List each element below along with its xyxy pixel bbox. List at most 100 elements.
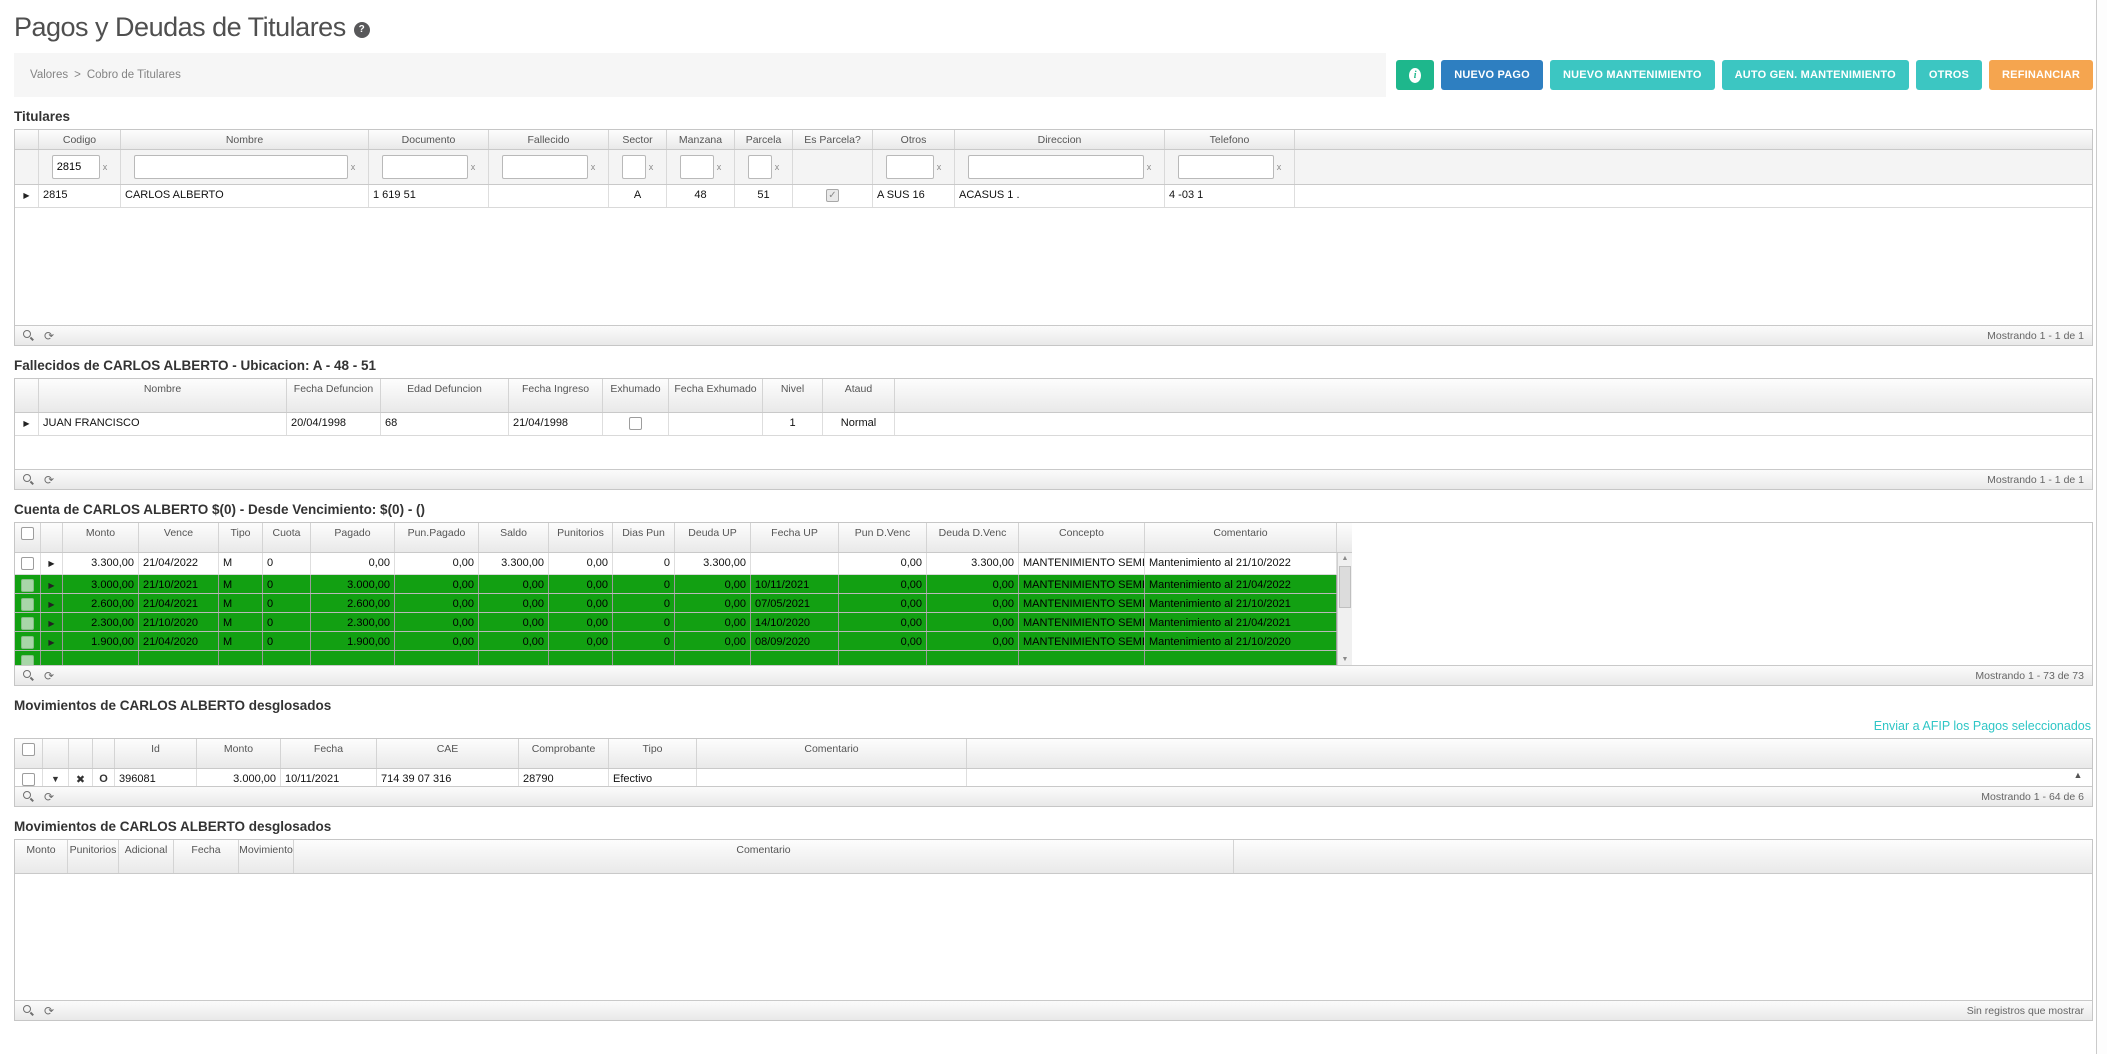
column-header-monto[interactable]: Monto: [197, 739, 281, 768]
column-header-blank[interactable]: [41, 523, 63, 552]
table-row[interactable]: ▶ 1.900,00 21/04/2020 M 0 1.900,00 0,00 0,00 0,0…: [15, 632, 1337, 651]
cuenta-vertical-scrollbar[interactable]: ▲ ▼: [1337, 553, 1352, 665]
column-header-blank[interactable]: [15, 739, 43, 768]
clear-filter-icon[interactable]: x: [103, 162, 108, 172]
column-header-exhumado[interactable]: Exhumado: [603, 379, 669, 412]
column-header-tipo[interactable]: Tipo: [609, 739, 697, 768]
table-row[interactable]: [15, 651, 1337, 665]
browser-scrollbar[interactable]: [2096, 0, 2107, 1054]
column-header-fecha-defuncion[interactable]: Fecha Defuncion: [287, 379, 381, 412]
refresh-icon[interactable]: ⟳: [44, 791, 54, 803]
column-header-telefono[interactable]: Telefono: [1165, 130, 1295, 149]
refresh-icon[interactable]: ⟳: [44, 474, 54, 486]
table-row[interactable]: ▶ 2.300,00 21/10/2020 M 0 2.300,00 0,00 0,00 0,0…: [15, 613, 1337, 632]
delete-icon[interactable]: ✖: [69, 769, 93, 786]
column-header-edad-defuncion[interactable]: Edad Defuncion: [381, 379, 509, 412]
row-select-checkbox[interactable]: [21, 598, 34, 611]
expand-row-icon[interactable]: ▶: [41, 613, 63, 631]
clear-filter-icon[interactable]: x: [351, 162, 356, 172]
column-header-cae[interactable]: CAE: [377, 739, 519, 768]
column-header-nombre[interactable]: Nombre: [39, 379, 287, 412]
filter-input-parcela[interactable]: [747, 155, 772, 179]
row-select-checkbox[interactable]: [21, 579, 34, 592]
row-select-checkbox[interactable]: [21, 557, 34, 570]
search-icon[interactable]: [23, 791, 34, 802]
help-icon[interactable]: ?: [353, 21, 370, 38]
column-header-cuota[interactable]: Cuota: [263, 523, 311, 552]
column-header-fecha-exhumado[interactable]: Fecha Exhumado: [669, 379, 763, 412]
column-header-id[interactable]: Id: [115, 739, 197, 768]
clear-filter-icon[interactable]: x: [717, 162, 722, 172]
column-header-dias-pun[interactable]: Dias Pun: [613, 523, 675, 552]
column-header-blank[interactable]: [43, 739, 69, 768]
column-header-comentario[interactable]: Comentario: [294, 840, 1234, 873]
column-header-deuda-up[interactable]: Deuda UP: [675, 523, 751, 552]
column-header-comentario[interactable]: Comentario: [1145, 523, 1337, 552]
clear-filter-icon[interactable]: x: [775, 162, 780, 172]
expand-row-icon[interactable]: [41, 651, 63, 665]
row-select-checkbox[interactable]: [21, 636, 34, 649]
collapse-row-icon[interactable]: ▼: [43, 769, 69, 786]
column-header-comprobante[interactable]: Comprobante: [519, 739, 609, 768]
row-select-checkbox[interactable]: [22, 773, 35, 786]
column-header-tipo[interactable]: Tipo: [219, 523, 263, 552]
expand-row-icon[interactable]: ▶: [41, 632, 63, 650]
column-header-otros[interactable]: Otros: [873, 130, 955, 149]
search-icon[interactable]: [23, 330, 34, 341]
otros-button[interactable]: OTROS: [1915, 60, 1983, 90]
column-header-vence[interactable]: Vence: [139, 523, 219, 552]
nuevo-mantenimiento-button[interactable]: NUEVO MANTENIMIENTO: [1549, 60, 1715, 90]
column-header-pagado[interactable]: Pagado: [311, 523, 395, 552]
clear-filter-icon[interactable]: x: [1147, 162, 1152, 172]
expand-row-icon[interactable]: ▶: [41, 553, 63, 574]
refresh-icon[interactable]: ⟳: [44, 330, 54, 342]
column-header-blank[interactable]: [15, 379, 39, 412]
column-header-codigo[interactable]: Codigo: [39, 130, 121, 149]
column-header-fecha-ingreso[interactable]: Fecha Ingreso: [509, 379, 603, 412]
column-header-adicional[interactable]: Adicional: [119, 840, 174, 873]
column-header-manzana[interactable]: Manzana: [667, 130, 735, 149]
expand-row-icon[interactable]: ▶: [15, 413, 39, 435]
column-header-pun-pagado[interactable]: Pun.Pagado: [395, 523, 479, 552]
column-header-documento[interactable]: Documento: [369, 130, 489, 149]
filter-input-otros[interactable]: [885, 155, 934, 179]
table-row[interactable]: ▼ ✖ O 396081 3.000,00 10/11/2021 714 39 07 316…: [15, 769, 2092, 786]
filter-input-documento[interactable]: [381, 155, 468, 179]
search-icon[interactable]: [23, 670, 34, 681]
expand-row-icon[interactable]: ▶: [41, 594, 63, 612]
search-icon[interactable]: [23, 474, 34, 485]
scroll-up-icon[interactable]: ▲: [2070, 770, 2086, 780]
expand-row-icon[interactable]: ▶: [41, 575, 63, 593]
scroll-up-icon[interactable]: ▲: [1338, 555, 1352, 562]
column-header-parcela[interactable]: Parcela: [735, 130, 793, 149]
column-header-monto[interactable]: Monto: [63, 523, 139, 552]
column-header-fecha[interactable]: Fecha: [174, 840, 239, 873]
scrollbar-thumb[interactable]: [1339, 566, 1351, 608]
column-header-nivel[interactable]: Nivel: [763, 379, 823, 412]
column-header-fallecido[interactable]: Fallecido: [489, 130, 609, 149]
clear-filter-icon[interactable]: x: [937, 162, 942, 172]
expand-row-icon[interactable]: ▶: [15, 185, 39, 207]
clear-filter-icon[interactable]: x: [471, 162, 476, 172]
column-header-sector[interactable]: Sector: [609, 130, 667, 149]
column-header-punitorios[interactable]: Punitorios: [68, 840, 119, 873]
filter-input-sector[interactable]: [621, 155, 646, 179]
column-header-comentario[interactable]: Comentario: [697, 739, 967, 768]
search-icon[interactable]: [23, 1005, 34, 1016]
refresh-icon[interactable]: ⟳: [44, 1005, 54, 1017]
column-header-blank[interactable]: [93, 739, 115, 768]
column-header-deuda-d-venc[interactable]: Deuda D.Venc: [927, 523, 1019, 552]
table-row[interactable]: ▶ 3.300,00 21/04/2022 M 0 0,00 0,00 3.300,00 0,0…: [15, 553, 1337, 575]
column-header-saldo[interactable]: Saldo: [479, 523, 549, 552]
movimientos-pagos-select-all-checkbox[interactable]: [22, 743, 35, 756]
receipt-icon[interactable]: O: [93, 769, 115, 786]
exhumado-checkbox[interactable]: [629, 417, 642, 430]
scroll-down-icon[interactable]: ▼: [1338, 656, 1352, 663]
es-parcela-checkbox[interactable]: ✓: [826, 189, 839, 202]
afip-link[interactable]: Enviar a AFIP los Pagos seleccionados: [1874, 719, 2091, 733]
column-header-ataud[interactable]: Ataud: [823, 379, 895, 412]
column-header-concepto[interactable]: Concepto: [1019, 523, 1145, 552]
column-header-monto[interactable]: Monto: [15, 840, 68, 873]
breadcrumb-item-valores[interactable]: Valores: [30, 69, 68, 81]
table-row[interactable]: ▶ JUAN FRANCISCO 20/04/1998 68 21/04/1998 1 No…: [15, 413, 2092, 436]
